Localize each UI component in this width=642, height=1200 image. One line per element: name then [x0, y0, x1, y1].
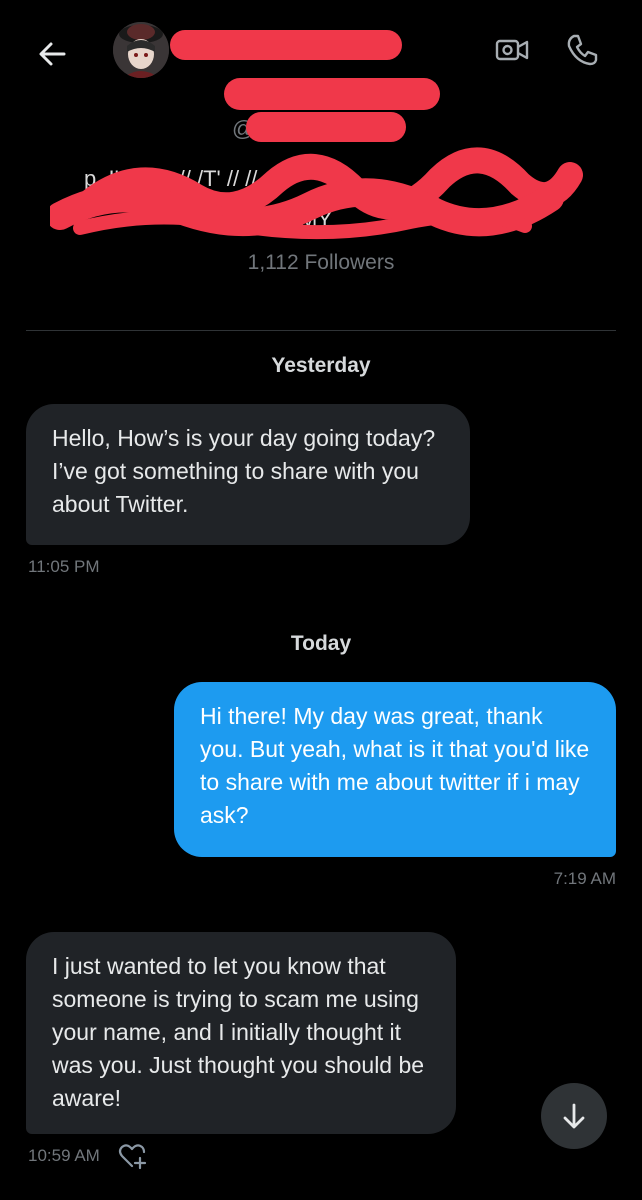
avatar-image: [113, 22, 169, 78]
divider: [26, 330, 616, 331]
username-redaction: [224, 78, 440, 110]
message-text: Hello, How’s is your day going today? I’…: [52, 425, 436, 517]
message-timestamp: 7:19 AM: [553, 869, 616, 888]
scroll-to-bottom-button[interactable]: [541, 1083, 607, 1149]
back-button[interactable]: [32, 34, 72, 74]
message-bubble-outgoing[interactable]: Hi there! My day was great, thank you. B…: [174, 682, 616, 857]
add-reaction-heart-icon: [118, 1144, 147, 1170]
phone-icon: [567, 34, 598, 66]
name-redaction: [170, 30, 402, 60]
message-bubble-incoming[interactable]: I just wanted to let you know that someo…: [26, 932, 456, 1134]
date-separator-today: Today: [290, 632, 352, 655]
add-reaction-button[interactable]: [116, 1140, 148, 1172]
video-call-button[interactable]: [492, 30, 532, 70]
video-camera-icon: [495, 39, 529, 61]
voice-call-button[interactable]: [562, 30, 602, 70]
message-text: Hi there! My day was great, thank you. B…: [200, 703, 590, 828]
followers-count[interactable]: 1,112 Followers: [0, 251, 642, 275]
bio-scribble-redaction: [50, 147, 583, 240]
arrow-left-icon: [39, 42, 66, 66]
message-timestamp: 11:05 PM: [28, 557, 100, 576]
message-text: I just wanted to let you know that someo…: [52, 953, 425, 1111]
message-bubble-incoming[interactable]: Hello, How’s is your day going today? I’…: [26, 404, 470, 545]
arrow-down-icon: [563, 1103, 585, 1129]
date-separator-yesterday: Yesterday: [271, 354, 371, 377]
avatar[interactable]: [113, 22, 169, 78]
message-timestamp: 10:59 AM: [28, 1146, 100, 1165]
handle-redaction: [246, 112, 406, 142]
